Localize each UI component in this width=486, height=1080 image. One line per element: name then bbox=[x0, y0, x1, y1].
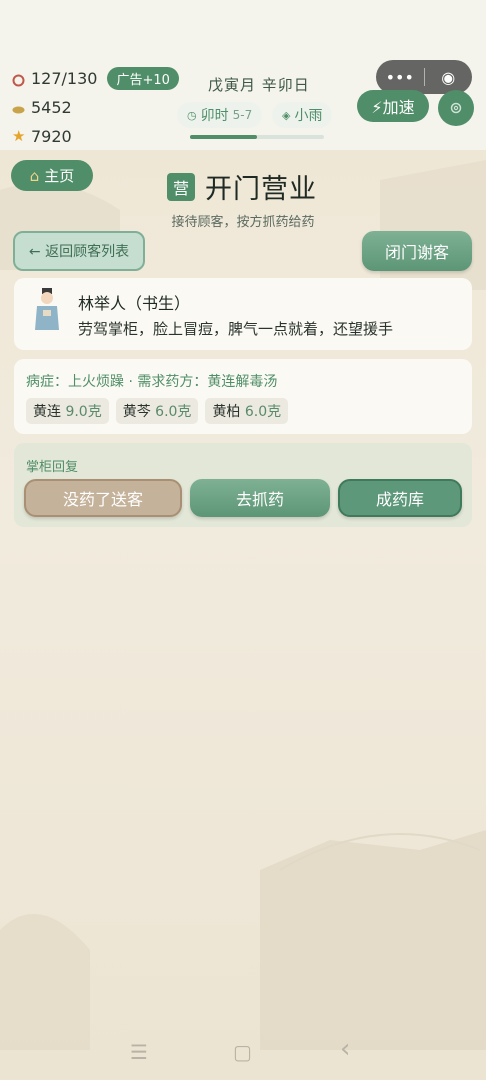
more-icon[interactable]: ••• bbox=[376, 60, 424, 94]
time-range: 5-7 bbox=[232, 108, 253, 122]
close-circle-icon[interactable]: ◉ bbox=[424, 60, 472, 94]
day-progress bbox=[190, 135, 324, 139]
ad-bonus-button[interactable]: 广告+10 bbox=[107, 67, 179, 90]
herb-chip: 黄连 9.0克 bbox=[26, 398, 109, 424]
herb-amount: 9.0克 bbox=[65, 404, 102, 420]
shop-seal-icon: 营 bbox=[167, 172, 195, 201]
herb-chip: 黄柏 6.0克 bbox=[205, 398, 289, 424]
herb-list: 黄连 9.0克 黄芩 6.0克 黄柏 6.0克 bbox=[26, 398, 289, 424]
herb-amount: 6.0克 bbox=[155, 404, 192, 420]
symptom-text: 病症：上火烦躁 · 需求药方：黄连解毒汤 bbox=[26, 374, 278, 390]
stars-value: 7920 bbox=[31, 127, 72, 146]
page-subtitle: 接待顾客，按方抓药给药 bbox=[171, 215, 315, 230]
coins-value: 5452 bbox=[31, 98, 72, 117]
clock-icon: ◷ bbox=[187, 108, 197, 122]
page-title-text: 开门营业 bbox=[205, 174, 317, 205]
stars-row: ★ 7920 bbox=[12, 127, 72, 146]
symptom-card: 病症：上火烦躁 · 需求药方：黄连解毒汤 黄连 9.0克 黄芩 6.0克 黄柏 … bbox=[14, 359, 472, 434]
stamina-row: 127/130 广告+10 bbox=[12, 67, 179, 90]
no-medicine-button[interactable]: 没药了送客 bbox=[24, 479, 182, 517]
back-icon[interactable]: ‹ bbox=[340, 1034, 350, 1064]
herb-name: 黄芩 bbox=[122, 404, 151, 420]
weather-pill: ◈ 小雨 bbox=[272, 102, 333, 128]
page-title: 营 开门营业 bbox=[167, 167, 317, 206]
reply-panel: 掌柜回复 没药了送客 去抓药 成药库 bbox=[14, 443, 472, 527]
herb-chip: 黄芩 6.0克 bbox=[115, 398, 199, 424]
star-icon: ★ bbox=[12, 127, 26, 145]
stamina-value: 127/130 bbox=[31, 69, 98, 88]
back-to-customers-button[interactable]: ← 返回顾客列表 bbox=[13, 231, 145, 271]
customer-dialogue: 劳驾掌柜，脸上冒痘，脾气一点就着，还望援手 bbox=[78, 320, 394, 338]
system-nav-bar: ☰ ▢ ‹ bbox=[0, 1030, 486, 1080]
coin-icon bbox=[12, 101, 25, 114]
herb-name: 黄连 bbox=[33, 404, 61, 420]
rain-icon: ◈ bbox=[282, 108, 291, 122]
speed-button[interactable]: ⚡加速 bbox=[357, 90, 429, 122]
medicine-store-button[interactable]: 成药库 bbox=[338, 479, 462, 517]
miniprogram-capsule: ••• ◉ bbox=[376, 60, 472, 94]
herb-amount: 6.0克 bbox=[244, 404, 282, 420]
house-icon: ⌂ bbox=[29, 166, 40, 185]
customer-card: 林举人（书生） 劳驾掌柜，脸上冒痘，脾气一点就着，还望援手 bbox=[14, 278, 472, 350]
home-button[interactable]: ⌂ 主页 bbox=[11, 160, 93, 191]
time-label: 卯时 bbox=[200, 108, 229, 124]
coins-row: 5452 bbox=[12, 98, 72, 117]
stamina-icon bbox=[12, 72, 25, 87]
fetch-medicine-button[interactable]: 去抓药 bbox=[190, 479, 330, 517]
weather-label: 小雨 bbox=[294, 108, 323, 124]
scholar-avatar bbox=[32, 288, 62, 332]
herb-name: 黄柏 bbox=[212, 404, 241, 420]
close-shop-button[interactable]: 闭门谢客 bbox=[362, 231, 472, 271]
home-square-icon[interactable]: ▢ bbox=[233, 1040, 252, 1064]
day-progress-fill bbox=[190, 135, 257, 139]
date-label: 戊寅月 辛卯日 bbox=[208, 76, 310, 94]
status-bar: 127/130 广告+10 5452 ★ 7920 戊寅月 辛卯日 ◷ 卯时 5… bbox=[0, 0, 486, 150]
customer-name: 林举人（书生） bbox=[78, 294, 191, 313]
gear-icon[interactable] bbox=[438, 90, 474, 126]
time-pill: ◷ 卯时 5-7 bbox=[177, 102, 263, 128]
reply-label: 掌柜回复 bbox=[26, 460, 79, 475]
home-label: 主页 bbox=[44, 167, 75, 185]
menu-icon[interactable]: ☰ bbox=[130, 1040, 148, 1064]
